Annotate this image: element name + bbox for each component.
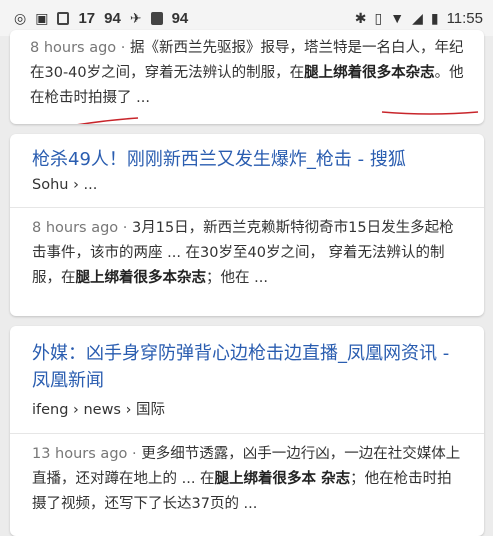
result-time: 8 hours ago: [32, 220, 119, 236]
result-snippet: 8 hours ago · 据《新西兰先驱报》报导，塔兰特是一名白人，年纪在30…: [30, 40, 464, 106]
battery-icon: ▮: [430, 10, 439, 26]
app-notification-icon: ◎: [14, 10, 27, 26]
result-card-1[interactable]: 8 hours ago · 据《新西兰先驱报》报导，塔兰特是一名白人，年纪在30…: [10, 30, 484, 124]
result-snippet: 13 hours ago · 更多细节透露，凶手一边行凶，一边在社交媒体上直播，…: [32, 446, 461, 512]
status-value-3: 94: [171, 9, 189, 27]
notification-box-icon: [57, 11, 70, 25]
divider: [10, 207, 484, 208]
divider: [10, 433, 484, 434]
wifi-icon: ▼: [390, 10, 405, 26]
status-value-2: 94: [104, 9, 121, 27]
result-title-link[interactable]: 外媒：凶手身穿防弹背心边枪击边直播_凤凰网资讯 - 凤凰新闻: [32, 340, 462, 394]
status-value-1: 17: [78, 9, 96, 27]
result-card-3[interactable]: 外媒：凶手身穿防弹背心边枪击边直播_凤凰网资讯 - 凤凰新闻 ifeng › n…: [10, 326, 484, 536]
bird-icon: ✈: [129, 10, 142, 26]
signal-icon: ◢: [412, 10, 423, 26]
result-source[interactable]: Sohu › ...: [32, 177, 462, 193]
result-time: 8 hours ago: [30, 40, 117, 56]
highlight-text: 腿上绑着很多本杂志: [304, 65, 435, 81]
result-title-link[interactable]: 枪杀49人！刚刚新西兰又发生爆炸_枪击 - 搜狐: [32, 146, 462, 173]
highlight-text: 腿上绑着很多本 杂志: [214, 471, 351, 487]
sim-icon: ▣: [35, 10, 49, 26]
result-source[interactable]: ifeng › news › 国际: [32, 398, 462, 419]
clock: 11:55: [446, 9, 483, 27]
image-notification-icon: [150, 11, 163, 25]
result-time: 13 hours ago: [32, 446, 128, 462]
result-card-2[interactable]: 枪杀49人！刚刚新西兰又发生爆炸_枪击 - 搜狐 Sohu › ... 8 ho…: [10, 134, 484, 316]
result-snippet: 8 hours ago · 3月15日，新西兰克赖斯特彻奇市15日发生多起枪击事…: [32, 220, 454, 286]
highlight-text: 腿上绑着很多本杂志: [75, 270, 207, 286]
vibrate-icon: ▯: [374, 10, 383, 26]
bluetooth-icon: ✱: [354, 10, 367, 26]
